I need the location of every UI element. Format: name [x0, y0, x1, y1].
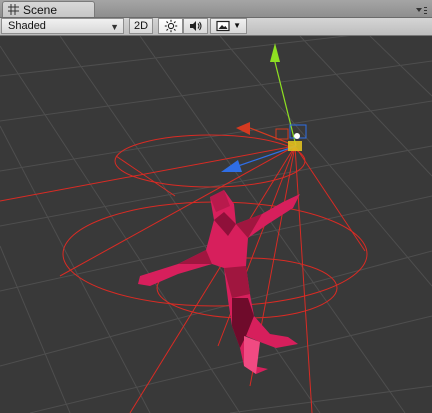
gizmo-z-axis[interactable] [237, 145, 297, 167]
shading-mode-label: Shaded [8, 20, 46, 32]
scene-toolbar: Shaded ▼ 2D ▼ [0, 18, 432, 36]
gizmo-center-handle[interactable] [288, 141, 302, 151]
lighting-toggle-button[interactable] [158, 18, 183, 34]
gizmo-y-arrow-icon[interactable] [270, 43, 280, 62]
scene-viewport[interactable] [0, 36, 432, 413]
light-gizmo [0, 134, 368, 413]
tab-title: Scene [23, 2, 58, 17]
scene-window: Scene Shaded ▼ 2D ▼ [0, 0, 432, 413]
gizmo-z-arrow-icon[interactable] [221, 160, 242, 172]
gizmo-y-axis[interactable] [273, 57, 297, 147]
humanoid-model[interactable] [138, 190, 300, 374]
tab-scene[interactable]: Scene [2, 1, 95, 17]
tab-menu-icon[interactable] [414, 3, 428, 14]
gizmo-x-arrow-icon[interactable] [236, 122, 250, 135]
dropdown-arrow-icon: ▼ [233, 21, 241, 31]
audio-toggle-button[interactable] [183, 18, 208, 34]
shading-mode-dropdown[interactable]: Shaded ▼ [1, 18, 124, 34]
image-icon [216, 20, 230, 32]
tab-bar: Scene [0, 0, 432, 18]
scene-canvas[interactable] [0, 36, 432, 413]
sun-icon [164, 19, 177, 33]
effects-dropdown-button[interactable]: ▼ [210, 18, 247, 34]
scene-grid-icon [7, 3, 20, 16]
mode-2d-button[interactable]: 2D [129, 18, 153, 34]
speaker-icon [189, 21, 202, 31]
dropdown-arrow-icon: ▼ [110, 22, 119, 32]
